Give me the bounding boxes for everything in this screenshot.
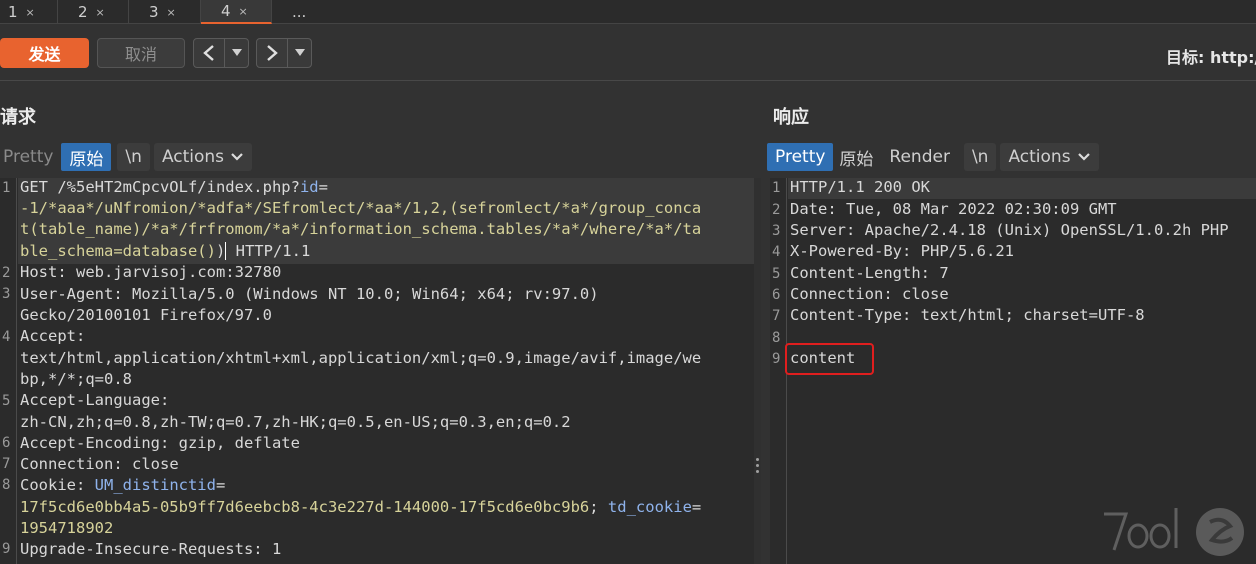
line-number: 6 <box>2 435 11 451</box>
newline-toggle[interactable]: \n <box>117 143 150 171</box>
more-tabs-button[interactable]: ... <box>272 0 322 24</box>
chevron-down-icon <box>231 153 243 161</box>
splitter-grip-dot <box>756 458 759 461</box>
header-upgrade-insecure: Upgrade-Insecure-Requests: 1 <box>20 540 282 558</box>
query-param-value: -1/*aaa*/uNfromion/*adfa*/SEfromlect/*aa… <box>20 199 702 217</box>
header-connection: Connection: close <box>20 455 179 473</box>
header-accept-language-value: zh-CN,zh;q=0.8,zh-TW;q=0.7,zh-HK;q=0.5,e… <box>20 413 571 431</box>
line-number: 1 <box>2 180 11 196</box>
tab-4[interactable]: 4 × <box>201 0 272 24</box>
line-number: 1 <box>772 180 781 196</box>
header-accept-value: text/html,application/xhtml+xml,applicat… <box>20 349 702 367</box>
toolbar: 发送 取消 目标: http:/ <box>0 25 1256 81</box>
request-line: GET /%5eHT2mCpcvOLf/index.php?id= <box>20 178 328 196</box>
tab-1[interactable]: 1 × <box>0 0 58 24</box>
splitter-grip-dot <box>756 470 759 473</box>
close-icon[interactable]: × <box>167 6 176 19</box>
close-icon[interactable]: × <box>26 6 35 19</box>
tab-raw[interactable]: 原始 <box>61 143 112 171</box>
line-number: 8 <box>772 330 781 346</box>
tab-label: 3 <box>149 3 159 21</box>
line-number: 3 <box>2 286 11 302</box>
line-number: 5 <box>2 393 11 409</box>
line-number: 8 <box>2 477 11 493</box>
forward-history-dropdown[interactable] <box>287 39 311 67</box>
header-accept-encoding: Accept-Encoding: gzip, deflate <box>20 434 300 452</box>
highlight-box-annotation <box>785 343 874 375</box>
tab-raw[interactable]: 原始 <box>833 143 881 171</box>
close-icon[interactable]: × <box>239 5 248 18</box>
actions-menu[interactable]: Actions <box>1000 143 1099 171</box>
header-server: Server: Apache/2.4.18 (Unix) OpenSSL/1.0… <box>790 221 1229 239</box>
header-connection: Connection: close <box>790 285 949 303</box>
header-accept-value-cont: bp,*/*;q=0.8 <box>20 370 132 388</box>
request-panel-title: 请求 <box>0 107 36 128</box>
actions-label: Actions <box>161 147 225 167</box>
line-gutter <box>0 178 17 564</box>
status-line: HTTP/1.1 200 OK <box>790 178 930 196</box>
caret-down-icon <box>231 49 242 56</box>
tab-label: ... <box>292 3 307 21</box>
cookie-value-cont: 1954718902 <box>20 519 114 537</box>
tools-watermark-logo <box>1104 508 1244 556</box>
tab-label: 1 <box>8 3 18 21</box>
request-view-tabs: Pretty 原始 \n Actions <box>0 143 253 171</box>
line-number: 7 <box>2 456 11 472</box>
header-date: Date: Tue, 08 Mar 2022 02:30:09 GMT <box>790 200 1117 218</box>
header-user-agent: User-Agent: Mozilla/5.0 (Windows NT 10.0… <box>20 285 599 303</box>
header-x-powered-by: X-Powered-By: PHP/5.6.21 <box>790 242 1014 260</box>
tab-label: 4 <box>221 2 231 20</box>
chevron-down-icon <box>1077 153 1090 161</box>
line-number: 9 <box>772 351 781 367</box>
tab-render[interactable]: Render <box>881 143 958 171</box>
cookie-values: 17f5cd6e0bb4a5-05b9ff7d6eebcb8-4c3e227d-… <box>20 498 702 516</box>
header-host: Host: web.jarvisoj.com:32780 <box>20 263 282 281</box>
request-line-end: ble_schema=database()) HTTP/1.1 <box>20 242 311 260</box>
actions-menu[interactable]: Actions <box>153 143 253 171</box>
response-view-tabs: Pretty 原始 Render \n Actions <box>767 143 1099 171</box>
chevron-left-icon <box>203 45 214 61</box>
send-button[interactable]: 发送 <box>0 38 89 68</box>
header-cookie: Cookie: UM_distinctid= <box>20 476 226 494</box>
line-number: 9 <box>2 541 11 557</box>
header-accept: Accept: <box>20 327 86 345</box>
line-number: 6 <box>772 287 781 303</box>
header-content-length: Content-Length: 7 <box>790 264 949 282</box>
close-icon[interactable]: × <box>96 6 105 19</box>
chevron-right-icon <box>267 45 278 61</box>
query-param-value: t(table_name)/*a*/frfromom/*a*/informati… <box>20 220 702 238</box>
line-number: 4 <box>2 329 11 345</box>
cancel-button[interactable]: 取消 <box>97 38 185 68</box>
target-label[interactable]: 目标: http:/ <box>1166 44 1256 68</box>
request-tab-strip: 1 × 2 × 3 × 4 × ... <box>0 0 1256 24</box>
line-number: 2 <box>772 202 781 218</box>
tab-pretty[interactable]: Pretty <box>0 143 61 171</box>
header-content-type: Content-Type: text/html; charset=UTF-8 <box>790 306 1145 324</box>
header-user-agent-cont: Gecko/20100101 Firefox/97.0 <box>20 306 272 324</box>
line-number: 7 <box>772 308 781 324</box>
newline-toggle[interactable]: \n <box>963 143 997 171</box>
panel-splitter[interactable] <box>754 178 761 564</box>
forward-button[interactable] <box>257 39 287 67</box>
request-editor[interactable]: 1 2 3 4 5 6 7 8 9 GET /%5eHT2mCpcvOLf/in… <box>0 178 754 564</box>
tab-3[interactable]: 3 × <box>129 0 201 24</box>
splitter-grip-dot <box>756 464 759 467</box>
back-history-dropdown[interactable] <box>224 39 248 67</box>
header-accept-language: Accept-Language: <box>20 391 170 409</box>
tab-2[interactable]: 2 × <box>58 0 129 24</box>
response-panel-title: 响应 <box>773 107 809 128</box>
tab-pretty[interactable]: Pretty <box>767 143 834 171</box>
back-button-group <box>193 38 249 68</box>
tab-label: 2 <box>78 3 88 21</box>
forward-button-group <box>256 38 312 68</box>
actions-label: Actions <box>1008 147 1071 167</box>
line-number: 4 <box>772 244 781 260</box>
caret-down-icon <box>294 49 305 56</box>
line-number: 3 <box>772 223 781 239</box>
line-number: 5 <box>772 266 781 282</box>
back-button[interactable] <box>194 39 224 67</box>
line-number: 2 <box>2 265 11 281</box>
